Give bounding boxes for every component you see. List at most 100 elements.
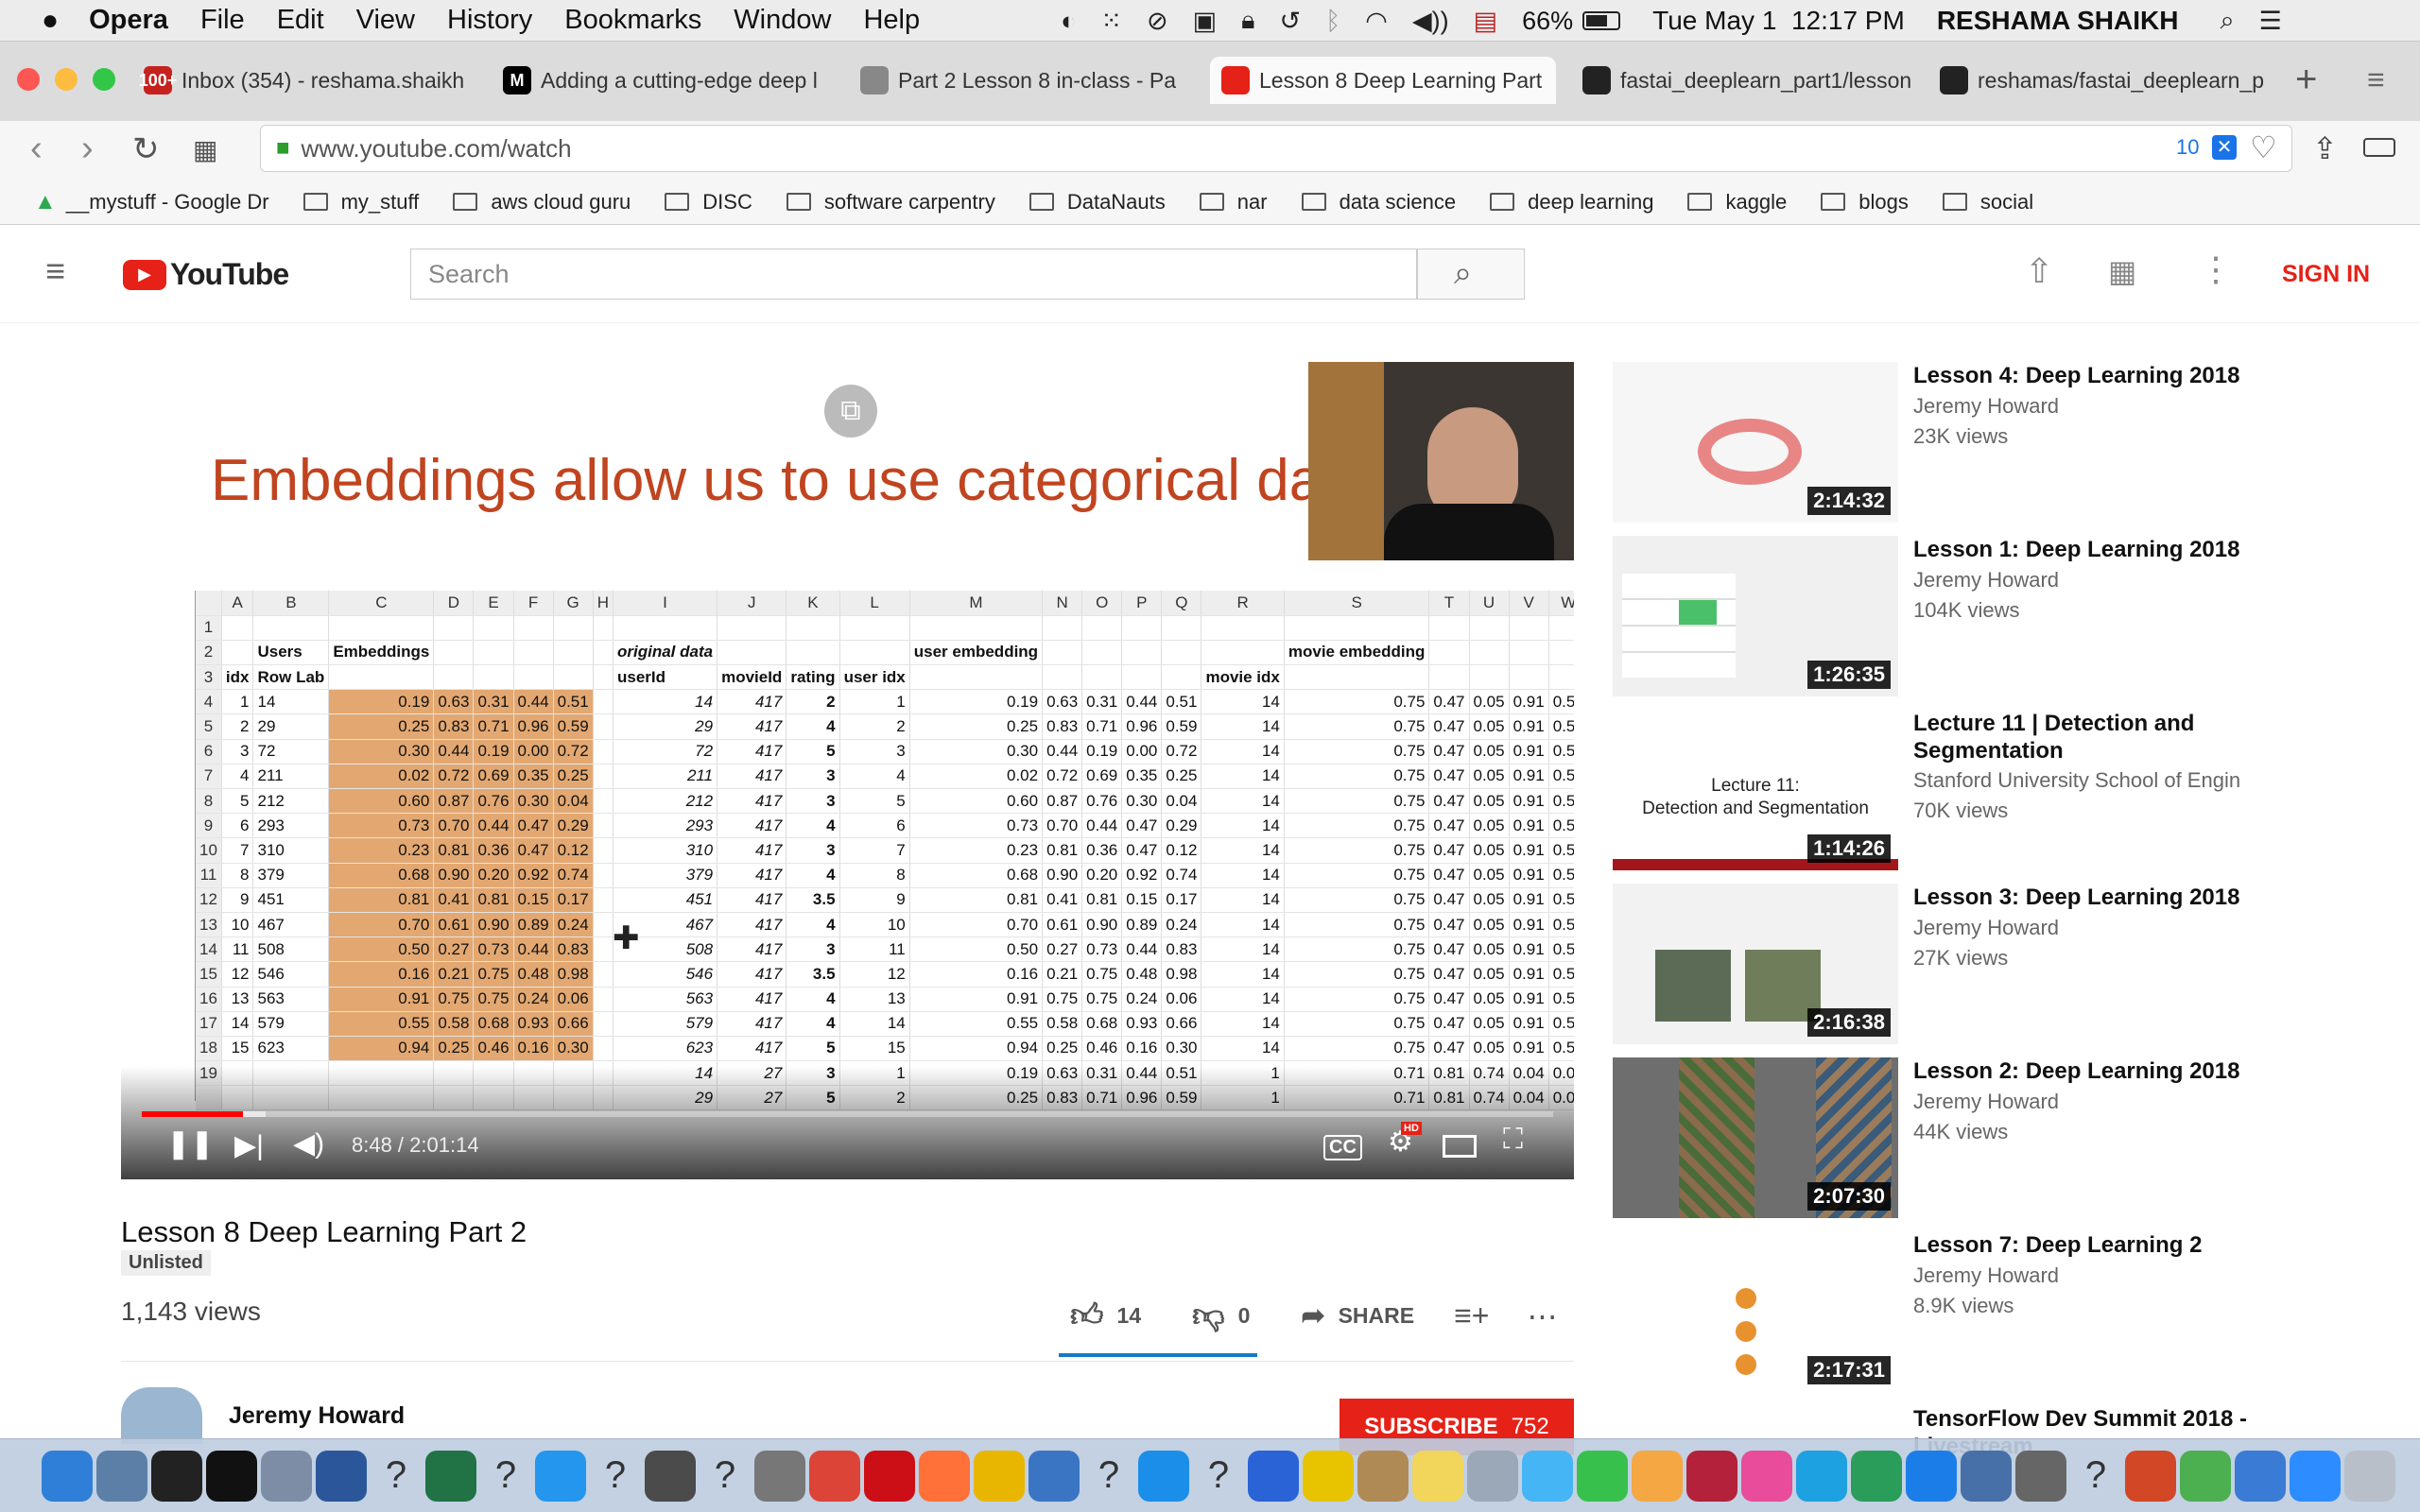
unknown-icon[interactable]: ? [590, 1451, 641, 1502]
excel-icon[interactable] [425, 1450, 476, 1502]
adblock-count[interactable]: 10 [2176, 135, 2199, 160]
safari-icon[interactable] [1138, 1450, 1189, 1502]
progress-bar[interactable] [142, 1111, 1553, 1117]
maps-icon[interactable] [2180, 1450, 2231, 1502]
menu-help[interactable]: Help [863, 5, 920, 36]
video-thumbnail[interactable]: 2:14:32 [1613, 362, 1898, 523]
more-vert-icon[interactable]: ⋮ [2199, 249, 2233, 289]
video-player[interactable]: ⧉ Embeddings allow us to use categorical… [121, 362, 1574, 1179]
user-name[interactable]: RESHAMA SHAIKH [1937, 6, 2179, 36]
color-wheel-icon[interactable]: ◐ [1061, 7, 1076, 36]
menu-file[interactable]: File [200, 5, 245, 36]
photos-preview-icon[interactable] [96, 1450, 147, 1502]
slack-icon[interactable] [1028, 1450, 1080, 1502]
menu-window[interactable]: Window [734, 5, 831, 36]
r-studio-icon[interactable] [2235, 1450, 2286, 1502]
volume-icon[interactable]: ◀)) [1412, 7, 1449, 36]
bookmark-folder[interactable]: nar [1199, 190, 1268, 215]
trash-icon[interactable] [2344, 1450, 2395, 1502]
bookmark-folder[interactable]: blogs [1821, 190, 1909, 215]
whatsapp-icon[interactable] [1303, 1450, 1354, 1502]
channel-avatar[interactable] [121, 1387, 202, 1444]
unknown-icon[interactable]: ? [1083, 1451, 1134, 1502]
speed-dial-icon[interactable]: ▦ [193, 134, 217, 165]
video-thumbnail[interactable]: 1:26:35 [1613, 536, 1898, 696]
reload-icon[interactable]: ↻ [132, 130, 160, 168]
stickies-icon[interactable] [1851, 1450, 1902, 1502]
related-video-title[interactable]: Lesson 4: Deep Learning 2018 [1913, 362, 2273, 389]
channel-name[interactable]: Jeremy Howard [229, 1402, 405, 1430]
launchpad-icon[interactable] [261, 1450, 312, 1502]
clock[interactable]: Tue May 1 12:17 PM [1652, 6, 1905, 36]
related-video-title[interactable]: Lecture 11 | Detection and Segmentation [1913, 710, 2273, 765]
upload-icon[interactable]: ⇧ [2025, 251, 2053, 291]
bookmark-folder[interactable]: DISC [665, 190, 752, 215]
menu-history[interactable]: History [447, 5, 532, 36]
sublime-icon[interactable] [645, 1450, 696, 1502]
search-button[interactable]: ⌕ [1417, 249, 1525, 300]
app-menu[interactable]: Opera [89, 5, 168, 36]
bookmark-folder[interactable]: deep learning [1490, 190, 1653, 215]
window-icon[interactable]: ▣ [1193, 7, 1218, 36]
flag-icon[interactable]: ▤ [1474, 7, 1498, 36]
related-video[interactable]: 2:07:30 Lesson 2: Deep Learning 2018 Jerem… [1613, 1057, 2420, 1223]
dots-grid-icon[interactable]: ⁙ [1100, 7, 1122, 36]
video-thumbnail[interactable]: 2:16:38 [1613, 884, 1898, 1044]
battery-icon[interactable] [1582, 11, 1621, 30]
zoom-icon[interactable] [2290, 1450, 2341, 1502]
bookmark-folder[interactable]: data science [1301, 190, 1456, 215]
app-store-2-icon[interactable] [1906, 1450, 1957, 1502]
menu-bookmarks[interactable]: Bookmarks [564, 5, 701, 36]
chrome-canary-icon[interactable] [974, 1450, 1025, 1502]
facetime-icon[interactable] [1577, 1450, 1628, 1502]
tab-5[interactable]: fastai_deeplearn_part1/lesson [1571, 57, 1917, 104]
next-button[interactable]: ▶| [234, 1129, 264, 1162]
minimize-window-button[interactable] [55, 68, 78, 91]
youtube-logo[interactable]: ▶ YouTube [123, 257, 289, 292]
tab-1[interactable]: 100+ Inbox (354) - reshama.shaikh [132, 57, 478, 104]
notes-icon[interactable] [1412, 1450, 1463, 1502]
video-thumbnail[interactable]: 2:17:31 [1613, 1231, 1898, 1392]
unknown-icon[interactable]: ? [700, 1451, 751, 1502]
menu-edit[interactable]: Edit [277, 5, 324, 36]
related-video-title[interactable]: Lesson 2: Deep Learning 2018 [1913, 1057, 2273, 1085]
bookmark-folder[interactable]: aws cloud guru [453, 190, 631, 215]
battery-percent[interactable]: 66% [1522, 7, 1573, 36]
related-video-title[interactable]: Lesson 3: Deep Learning 2018 [1913, 884, 2273, 911]
apps-grid-icon[interactable]: ▦ [2108, 253, 2136, 289]
sign-in-button[interactable]: SIGN IN [2282, 261, 2370, 288]
apple-icon[interactable]: ● [42, 5, 59, 37]
contacts-icon[interactable] [1357, 1450, 1409, 1502]
tab-menu-icon[interactable]: ≡ [2367, 62, 2385, 97]
related-video-title[interactable]: Lesson 1: Deep Learning 2018 [1913, 536, 2273, 563]
share-button[interactable]: ➦ SHARE [1301, 1299, 1414, 1332]
tab-6[interactable]: reshamas/fastai_deeplearn_p [1928, 57, 2274, 104]
chrome-icon[interactable] [809, 1450, 860, 1502]
tab-2[interactable]: M Adding a cutting-edge deep l [492, 57, 838, 104]
volume-button[interactable]: ◀) [293, 1127, 324, 1160]
bookmark-folder[interactable]: social [1942, 190, 2033, 215]
bluetooth-icon[interactable]: ᛒ [1325, 7, 1340, 36]
firefox-icon[interactable] [919, 1450, 970, 1502]
notification-center-icon[interactable]: ☰ [2259, 7, 2282, 36]
unknown-icon[interactable]: ? [480, 1451, 531, 1502]
finder-icon[interactable] [42, 1450, 93, 1502]
forward-icon[interactable]: › [81, 129, 94, 169]
captions-button[interactable]: CC [1323, 1135, 1362, 1160]
dislike-button[interactable]: 👎︎ 0 [1192, 1297, 1250, 1335]
app-store-icon[interactable] [1248, 1450, 1299, 1502]
more-actions-icon[interactable]: ⋯ [1527, 1298, 1557, 1334]
share-icon[interactable]: ⇪ [2312, 130, 2338, 166]
hamburger-menu-icon[interactable]: ≡ [45, 251, 65, 291]
back-icon[interactable]: ‹ [30, 129, 43, 169]
battery-saver-icon[interactable] [2363, 138, 2395, 157]
related-video[interactable]: Lecture 11: Detection and Segmentation 1:1… [1613, 710, 2420, 875]
circle-slash-icon[interactable]: ⊘ [1147, 7, 1168, 36]
time-machine-icon[interactable]: ↺ [1279, 7, 1301, 36]
itunes-icon[interactable] [1741, 1450, 1792, 1502]
menu-view[interactable]: View [356, 5, 415, 36]
lock-icon[interactable]: 🔒︎ [1241, 6, 1254, 36]
wifi-icon[interactable]: ◠ [1365, 7, 1388, 36]
messages-icon[interactable] [1522, 1450, 1573, 1502]
bookmark-folder[interactable]: kaggle [1687, 190, 1787, 215]
